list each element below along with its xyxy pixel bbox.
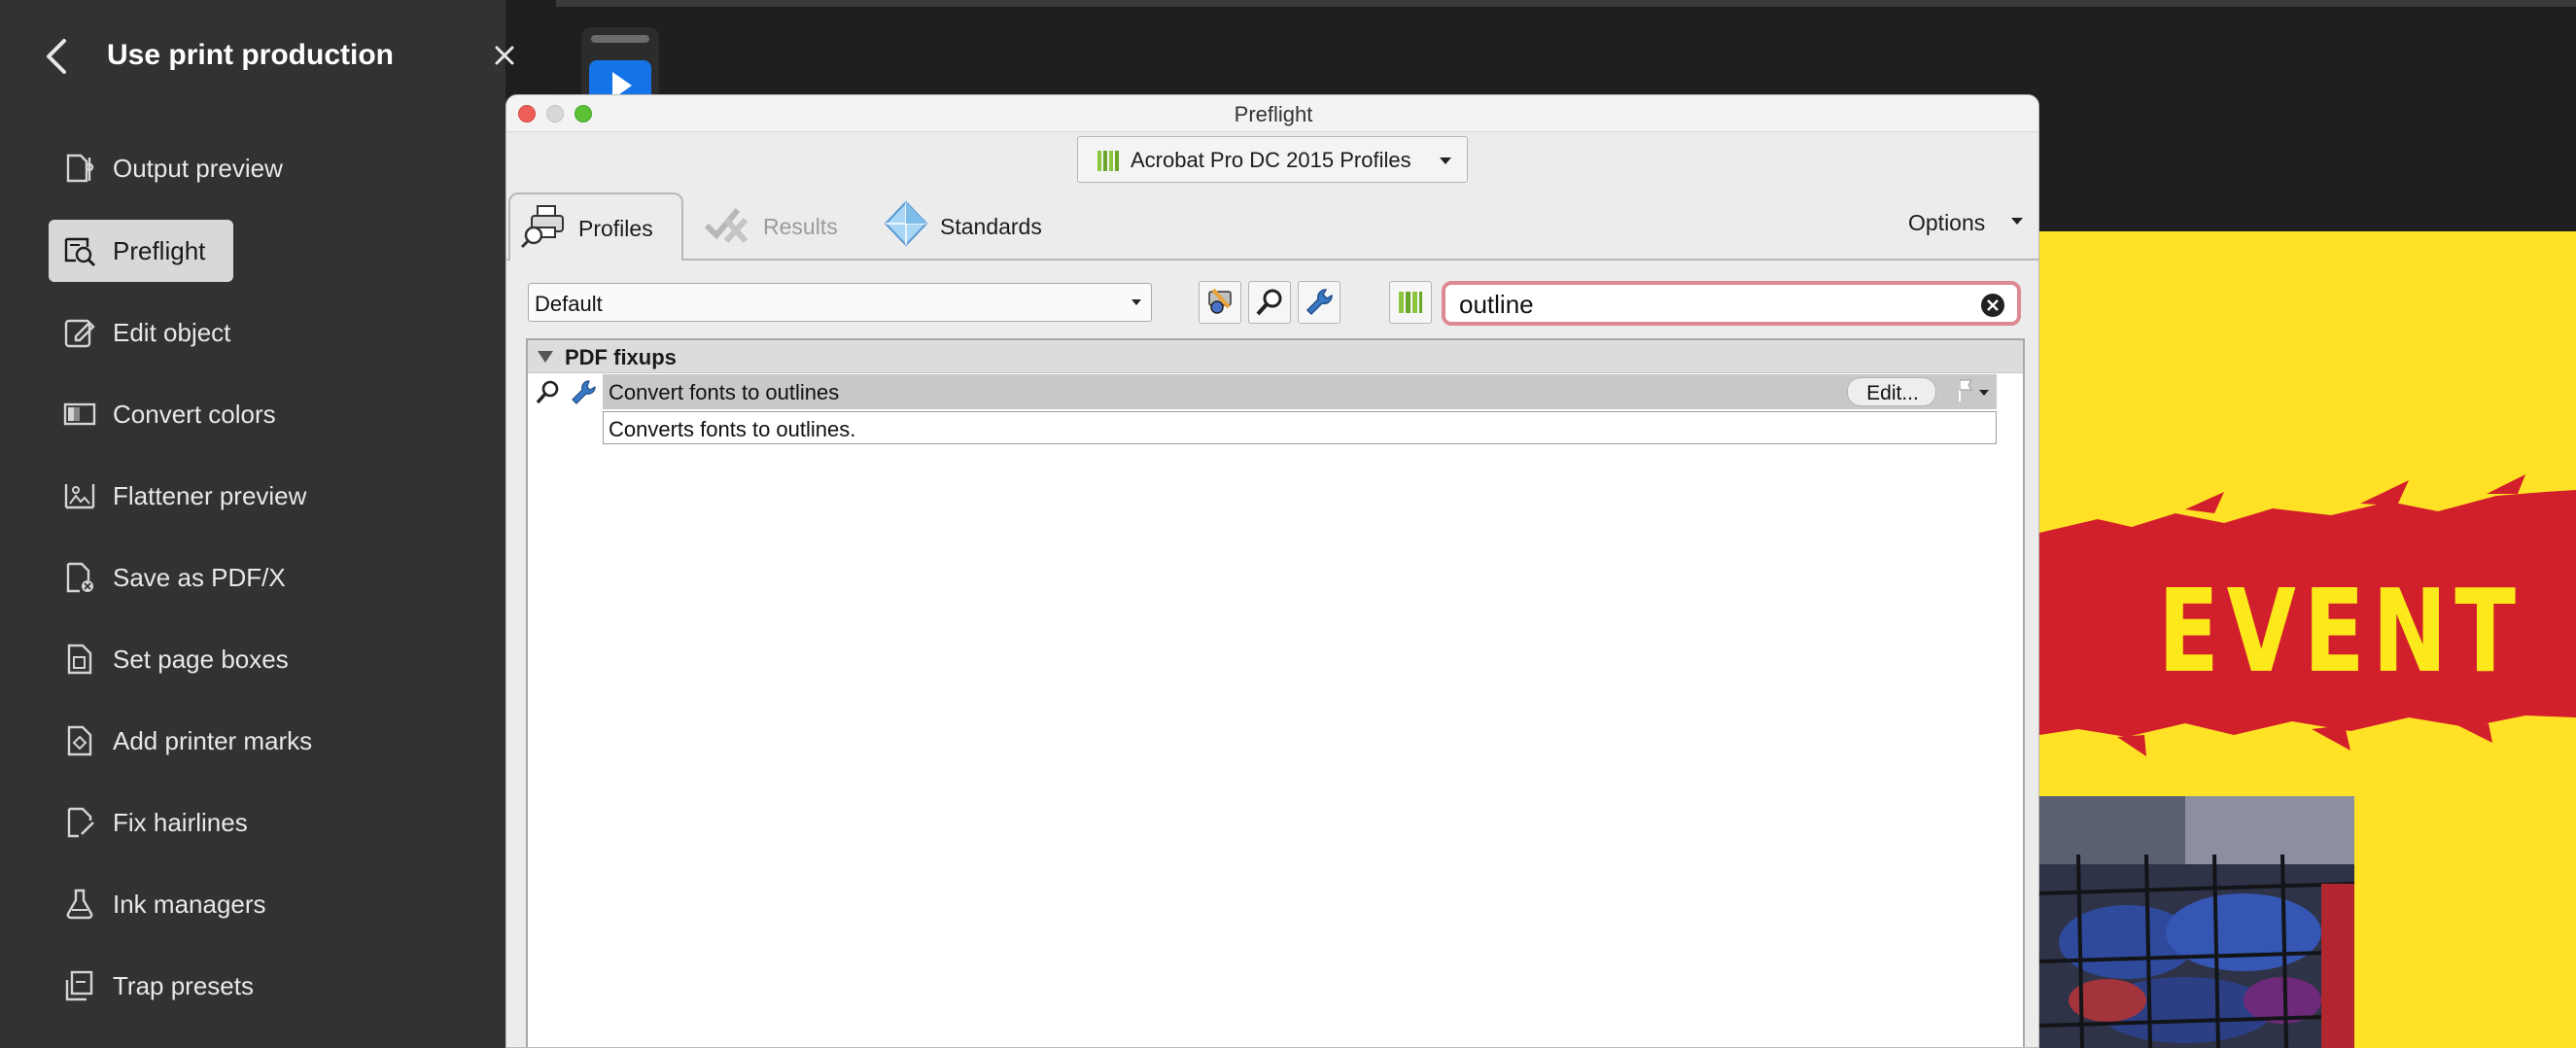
tool-label: Edit object xyxy=(113,318,231,347)
group-label: PDF fixups xyxy=(565,345,677,369)
save-pdfx-icon xyxy=(66,562,93,593)
photo-illustration xyxy=(2039,796,2354,1048)
tool-ink-managers[interactable]: Ink managers xyxy=(49,873,266,935)
search-input[interactable] xyxy=(1459,291,1965,318)
wrench-icon xyxy=(572,380,596,404)
tool-label: Set page boxes xyxy=(113,645,289,674)
tab-label: Standards xyxy=(940,214,1042,239)
tool-label: Flattener preview xyxy=(113,481,307,510)
magnifier-icon xyxy=(536,380,559,404)
window-titlebar[interactable]: Preflight xyxy=(506,95,2038,132)
fixup-description-text: Converts fonts to outlines. xyxy=(609,417,856,441)
tool-convert-colors[interactable]: Convert colors xyxy=(49,383,276,445)
check-cross-icon xyxy=(704,208,748,244)
profiles-panel: Default outline PDF fixups Convert fonts… xyxy=(506,261,2038,1047)
fixup-description: Converts fonts to outlines. xyxy=(603,411,1997,444)
tool-fix-hairlines[interactable]: Fix hairlines xyxy=(49,791,248,854)
disclosure-triangle-icon[interactable] xyxy=(538,351,553,363)
tool-set-page-boxes[interactable]: Set page boxes xyxy=(49,628,289,690)
tab-results[interactable]: Results xyxy=(701,192,866,261)
printer-magnifier-icon xyxy=(520,205,564,249)
tool-add-printer-marks[interactable]: Add printer marks xyxy=(49,710,312,772)
ink-managers-icon xyxy=(66,889,93,920)
edit-fixup-button[interactable]: Edit... xyxy=(1847,377,1936,406)
tool-output-preview[interactable]: Output preview xyxy=(49,137,283,199)
panel-header: Use print production xyxy=(0,0,514,117)
preflight-icon xyxy=(64,237,95,266)
tool-label: Add printer marks xyxy=(113,726,313,755)
print-production-panel: Use print production Output preview Pref… xyxy=(0,0,514,1048)
tab-standards[interactable]: Standards xyxy=(880,192,1074,261)
group-header[interactable]: PDF fixups xyxy=(528,340,2023,373)
tool-label: Convert colors xyxy=(113,400,276,429)
close-icon[interactable] xyxy=(490,41,519,70)
tool-label: Fix hairlines xyxy=(113,808,248,837)
back-chevron-icon[interactable] xyxy=(41,37,74,76)
edit-button-label: Edit... xyxy=(1866,382,1919,404)
profile-library-label: Acrobat Pro DC 2015 Profiles xyxy=(1131,148,1411,172)
quick-tools-rail xyxy=(581,27,659,109)
profiles-filter-icon xyxy=(1208,288,1232,314)
fixup-row-selection[interactable]: Convert fonts to outlines Edit... xyxy=(603,374,1997,409)
library-button[interactable] xyxy=(1389,281,1432,324)
tool-label: Output preview xyxy=(113,154,283,183)
wrench-icon xyxy=(1305,289,1333,316)
flattener-preview-icon xyxy=(64,484,95,509)
tab-profiles[interactable]: Profiles xyxy=(508,192,683,262)
event-headline: EVENT xyxy=(2158,564,2524,698)
convert-colors-icon xyxy=(63,402,96,426)
trap-presets-icon xyxy=(65,970,93,1001)
magnifier-icon xyxy=(1256,289,1282,316)
tool-label: Save as PDF/X xyxy=(113,563,286,592)
profile-library-dropdown[interactable]: Acrobat Pro DC 2015 Profiles xyxy=(1077,136,1468,183)
tool-trap-presets[interactable]: Trap presets xyxy=(49,955,254,1017)
tool-label: Ink managers xyxy=(113,890,266,919)
tool-label: Trap presets xyxy=(113,971,254,1000)
fixup-row[interactable]: Convert fonts to outlines Edit... xyxy=(528,374,2023,411)
output-preview-icon xyxy=(66,154,94,183)
event-photo xyxy=(2039,796,2354,1048)
panel-title: Use print production xyxy=(107,39,394,71)
preflight-window: Preflight Acrobat Pro DC 2015 Profiles P… xyxy=(505,94,2039,1048)
fixup-name: Convert fonts to outlines xyxy=(609,380,840,404)
show-checks-button[interactable] xyxy=(1248,281,1291,324)
dropdown-arrow-icon xyxy=(1131,299,1141,305)
clear-circle-icon[interactable] xyxy=(1980,293,2005,318)
tab-label: Results xyxy=(763,214,838,239)
profile-category-select[interactable]: Default xyxy=(528,283,1152,322)
tool-save-as-pdfx[interactable]: Save as PDF/X xyxy=(49,546,286,609)
show-profiles-button[interactable] xyxy=(1199,281,1241,324)
flag-menu-icon[interactable] xyxy=(1954,376,1993,407)
top-divider xyxy=(556,0,2576,7)
printer-marks-icon xyxy=(67,725,92,756)
fix-hairlines-icon xyxy=(67,807,94,838)
tool-label: Preflight xyxy=(113,236,206,265)
bars-library-icon xyxy=(1097,151,1119,171)
tab-label: Profiles xyxy=(578,216,653,241)
options-label: Options xyxy=(1908,210,1986,235)
window-title: Preflight xyxy=(1234,102,1313,126)
show-fixups-button[interactable] xyxy=(1298,281,1340,324)
rail-handle[interactable] xyxy=(591,35,649,43)
tool-preflight[interactable]: Preflight xyxy=(49,220,233,282)
bars-library-icon xyxy=(1399,292,1422,313)
tool-flattener-preview[interactable]: Flattener preview xyxy=(49,465,306,527)
page-boxes-icon xyxy=(67,644,92,675)
diamond-icon xyxy=(884,200,928,247)
document-page-preview: EVENT xyxy=(2039,231,2576,1048)
tool-edit-object[interactable]: Edit object xyxy=(49,301,233,364)
dropdown-arrow-icon xyxy=(1440,157,1451,164)
category-value: Default xyxy=(535,292,603,316)
search-field[interactable] xyxy=(1442,281,2021,326)
edit-object-icon xyxy=(64,319,95,348)
dropdown-arrow-icon xyxy=(2011,218,2023,225)
fixups-list: PDF fixups Convert fonts to outlines Edi… xyxy=(526,338,2025,1047)
